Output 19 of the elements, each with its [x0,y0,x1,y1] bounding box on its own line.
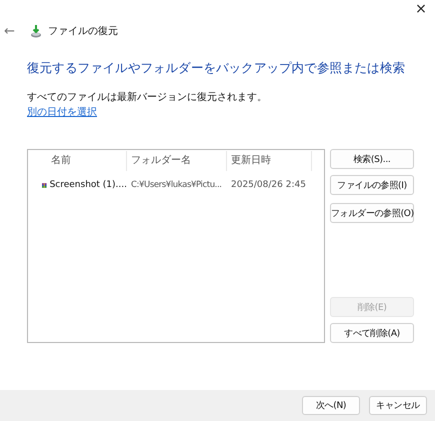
side-button[interactable]: 検索(S)... [330,149,414,169]
footer-button[interactable]: 次へ(N) [302,396,360,415]
close-button[interactable]: × [407,0,435,20]
footer-button[interactable]: キャンセル [369,396,427,415]
window-title: ファイルの復元 [48,25,118,38]
page-heading: 復元するファイルやフォルダーをバックアップ内で参照または検索 [27,59,406,77]
column-header[interactable]: 名前 [28,151,127,171]
choose-date-link[interactable]: 別の日付を選択 [27,105,97,119]
info-text: すべてのファイルは最新バージョンに復元されます。 [27,90,268,104]
column-header[interactable]: 更新日時 [227,151,312,171]
back-button[interactable]: ← [4,24,18,38]
file-name: Screenshot (1).... [50,180,127,190]
side-button[interactable]: ファイルの参照(I) [330,175,414,195]
folder-path: C:¥Users¥lukas¥Pictu... [130,180,223,190]
modified-date: 2025/08/26 2:45 [230,180,307,190]
column-header[interactable]: フォルダー名 [127,151,227,171]
side-button[interactable]: すべて削除(A) [330,323,414,343]
side-button[interactable]: フォルダーの参照(O) [330,203,414,223]
restore-icon [30,24,42,38]
